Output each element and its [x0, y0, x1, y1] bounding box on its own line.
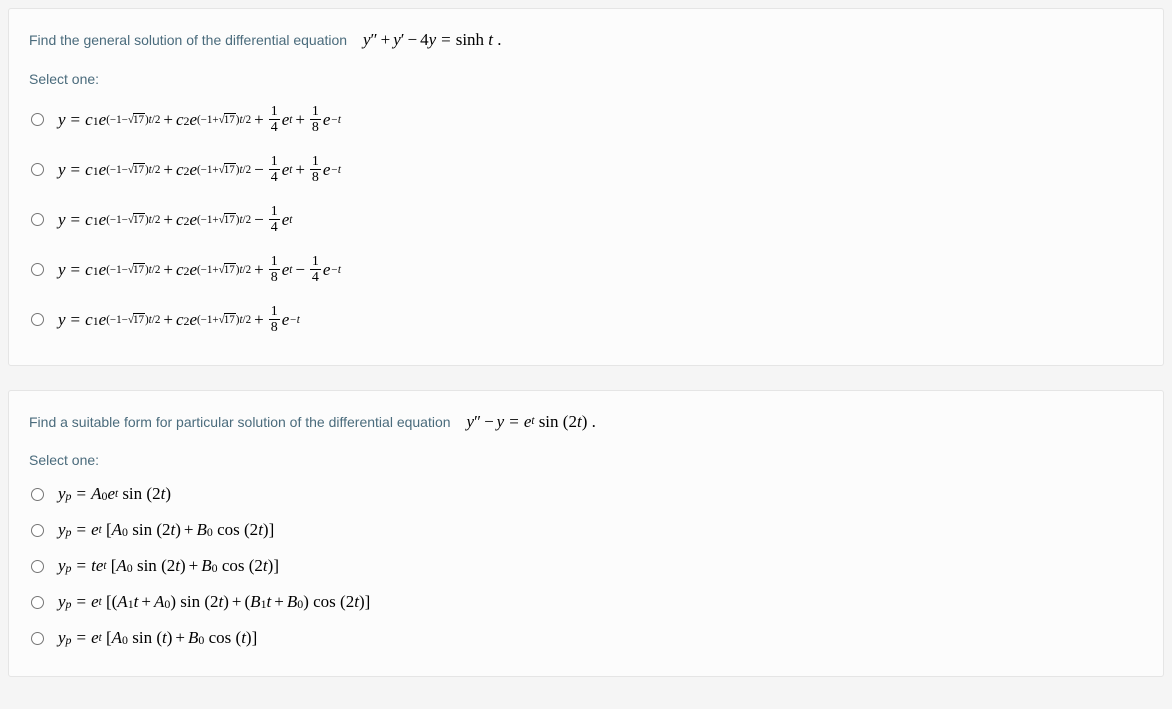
question-1-prompt: Find the general solution of the differe… [29, 27, 1143, 53]
question-1-options: y=c1e(−1−√17)t/2+c2e(−1+√17)t/2+14et+18e… [29, 95, 1143, 345]
option-math: yp=tet [A0 sin (2t)+B0 cos (2t)] [58, 556, 279, 576]
option-row: y=c1e(−1−√17)t/2+c2e(−1+√17)t/2+18et−14e… [29, 245, 1143, 295]
option-radio[interactable] [31, 560, 44, 573]
question-1-equation: y″+y′−4y=sinh t . [363, 27, 502, 53]
option-radio[interactable] [31, 596, 44, 609]
option-math: yp=et [A0 sin (2t)+B0 cos (2t)] [58, 520, 274, 540]
option-row: yp=A0et sin (2t) [29, 476, 1143, 512]
option-radio[interactable] [31, 313, 44, 326]
question-2-prompt-text: Find a suitable form for particular solu… [29, 414, 451, 430]
option-radio[interactable] [31, 524, 44, 537]
question-1: Find the general solution of the differe… [8, 8, 1164, 366]
question-1-prompt-text: Find the general solution of the differe… [29, 32, 347, 48]
option-math: yp=et [(A1t+A0) sin (2t)+(B1t+B0) cos (2… [58, 592, 370, 612]
option-row: yp=tet [A0 sin (2t)+B0 cos (2t)] [29, 548, 1143, 584]
option-radio[interactable] [31, 213, 44, 226]
option-row: y=c1e(−1−√17)t/2+c2e(−1+√17)t/2+14et+18e… [29, 95, 1143, 145]
option-row: y=c1e(−1−√17)t/2+c2e(−1+√17)t/2−14et+18e… [29, 145, 1143, 195]
question-2: Find a suitable form for particular solu… [8, 390, 1164, 678]
option-row: y=c1e(−1−√17)t/2+c2e(−1+√17)t/2+18e−t [29, 295, 1143, 345]
option-row: yp=et [A0 sin (t)+B0 cos (t)] [29, 620, 1143, 656]
option-math: y=c1e(−1−√17)t/2+c2e(−1+√17)t/2+18et−14e… [58, 254, 341, 286]
option-row: y=c1e(−1−√17)t/2+c2e(−1+√17)t/2−14et [29, 195, 1143, 245]
option-math: y=c1e(−1−√17)t/2+c2e(−1+√17)t/2−14et [58, 204, 292, 236]
option-radio[interactable] [31, 488, 44, 501]
option-radio[interactable] [31, 113, 44, 126]
select-one-label-2: Select one: [29, 452, 1143, 468]
select-one-label-1: Select one: [29, 71, 1143, 87]
option-row: yp=et [A0 sin (2t)+B0 cos (2t)] [29, 512, 1143, 548]
option-math: y=c1e(−1−√17)t/2+c2e(−1+√17)t/2−14et+18e… [58, 154, 341, 186]
option-math: y=c1e(−1−√17)t/2+c2e(−1+√17)t/2+18e−t [58, 304, 300, 336]
question-2-equation: y″−y=et sin (2t) . [466, 409, 595, 435]
question-2-options: yp=A0et sin (2t) yp=et [A0 sin (2t)+B0 c… [29, 476, 1143, 656]
option-radio[interactable] [31, 163, 44, 176]
option-radio[interactable] [31, 263, 44, 276]
option-math: yp=A0et sin (2t) [58, 484, 171, 504]
option-math: yp=et [A0 sin (t)+B0 cos (t)] [58, 628, 257, 648]
option-math: y=c1e(−1−√17)t/2+c2e(−1+√17)t/2+14et+18e… [58, 104, 341, 136]
option-radio[interactable] [31, 632, 44, 645]
option-row: yp=et [(A1t+A0) sin (2t)+(B1t+B0) cos (2… [29, 584, 1143, 620]
question-2-prompt: Find a suitable form for particular solu… [29, 409, 1143, 435]
